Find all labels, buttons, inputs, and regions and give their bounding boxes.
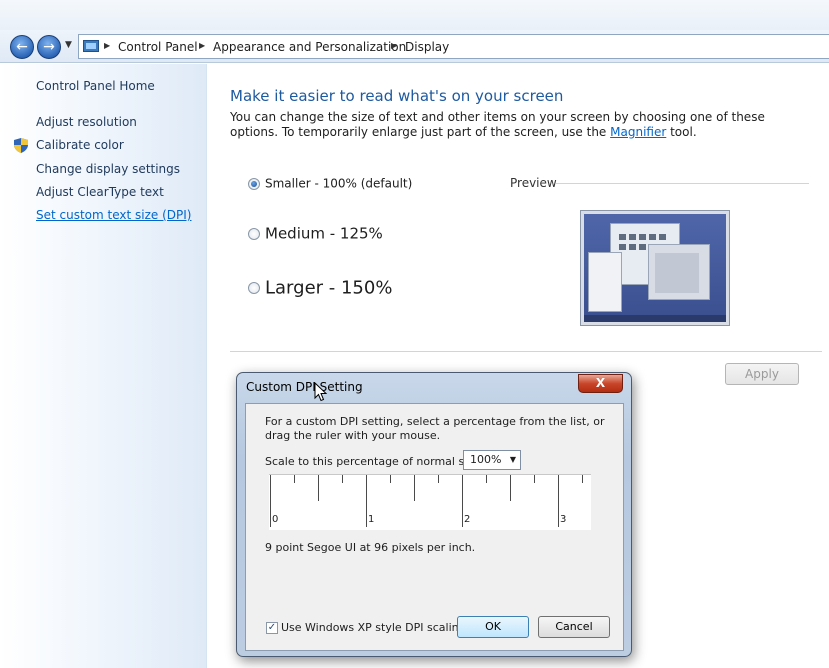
close-icon: X <box>595 376 606 390</box>
scale-label: Scale to this percentage of normal size: <box>265 455 484 468</box>
back-button[interactable]: ← <box>10 35 34 59</box>
option-smaller-label: Smaller - 100% (default) <box>265 176 413 191</box>
sidebar-item-change-display-settings[interactable]: Change display settings <box>36 162 180 176</box>
chevron-down-icon: ▼ <box>509 455 516 464</box>
sidebar-item-control-panel-home[interactable]: Control Panel Home <box>36 79 155 93</box>
uac-shield-icon <box>14 138 28 153</box>
breadcrumb-appearance[interactable]: Appearance and Personalization <box>213 40 406 54</box>
close-button[interactable]: X <box>578 374 623 393</box>
ruler-label-1: 1 <box>368 514 375 525</box>
arrow-left-icon: ← <box>16 39 28 55</box>
sidebar: Control Panel Home Adjust resolution Cal… <box>0 64 207 668</box>
window-titlebar <box>0 0 829 30</box>
section-divider <box>230 351 822 352</box>
address-bar[interactable]: ▶ Control Panel ▶ Appearance and Persona… <box>78 34 829 59</box>
xp-scaling-checkbox[interactable]: ✓ <box>266 622 278 634</box>
breadcrumb-separator-icon[interactable]: ▶ <box>199 41 205 50</box>
dpi-ruler[interactable]: 0 1 2 3 <box>269 474 591 530</box>
preview-image <box>580 210 730 326</box>
ok-button[interactable]: OK <box>457 616 529 638</box>
sidebar-item-set-custom-text-size[interactable]: Set custom text size (DPI) <box>36 208 191 222</box>
ruler-label-0: 0 <box>272 514 279 525</box>
address-row: ← → ▼ ▶ Control Panel ▶ Appearance and P… <box>0 30 829 63</box>
ruler-label-3: 3 <box>560 514 567 525</box>
breadcrumb-control-panel[interactable]: Control Panel <box>118 40 198 54</box>
dialog-instructions: For a custom DPI setting, select a perce… <box>265 415 605 442</box>
breadcrumb-display[interactable]: Display <box>405 40 449 54</box>
sidebar-item-adjust-cleartype[interactable]: Adjust ClearType text <box>36 185 164 199</box>
magnifier-link[interactable]: Magnifier <box>610 125 666 139</box>
xp-scaling-option[interactable]: ✓ Use Windows XP style DPI scaling <box>266 621 466 634</box>
forward-button[interactable]: → <box>37 35 61 59</box>
breadcrumb-separator-icon[interactable]: ▶ <box>391 41 397 50</box>
cancel-button[interactable]: Cancel <box>538 616 610 638</box>
radio-medium[interactable] <box>248 227 260 240</box>
page-title: Make it easier to read what's on your sc… <box>230 87 564 105</box>
sidebar-item-calibrate-color[interactable]: Calibrate color <box>36 138 124 152</box>
breadcrumb-separator-icon[interactable]: ▶ <box>104 41 110 50</box>
page-description: You can change the size of text and othe… <box>230 110 790 140</box>
scale-value: 100% <box>470 453 502 466</box>
sidebar-item-adjust-resolution[interactable]: Adjust resolution <box>36 115 137 129</box>
option-larger-label: Larger - 150% <box>265 277 393 299</box>
scale-percentage-select[interactable]: 100% ▼ <box>463 450 521 470</box>
mouse-cursor-icon <box>314 382 328 402</box>
xp-scaling-label: Use Windows XP style DPI scaling <box>281 621 466 634</box>
preview-divider <box>556 183 809 184</box>
apply-button[interactable]: Apply <box>725 363 799 385</box>
chevron-down-icon: ▼ <box>65 40 72 50</box>
custom-dpi-dialog: Custom DPI Setting X For a custom DPI se… <box>236 372 632 657</box>
option-medium[interactable]: Medium - 125% <box>248 224 383 243</box>
dialog-title: Custom DPI Setting <box>246 380 363 394</box>
radio-larger[interactable] <box>248 282 260 294</box>
dialog-body: For a custom DPI setting, select a perce… <box>245 403 624 651</box>
control-panel-icon <box>83 40 99 52</box>
option-larger[interactable]: Larger - 150% <box>248 277 392 299</box>
font-info: 9 point Segoe UI at 96 pixels per inch. <box>265 541 476 554</box>
radio-smaller[interactable] <box>248 177 260 190</box>
option-medium-label: Medium - 125% <box>265 224 383 243</box>
ruler-label-2: 2 <box>464 514 471 525</box>
arrow-right-icon: → <box>43 39 55 55</box>
recent-pages-dropdown[interactable]: ▼ <box>65 40 72 50</box>
description-text-end: tool. <box>666 125 697 139</box>
option-smaller[interactable]: Smaller - 100% (default) <box>248 176 412 191</box>
preview-label: Preview <box>510 176 557 190</box>
